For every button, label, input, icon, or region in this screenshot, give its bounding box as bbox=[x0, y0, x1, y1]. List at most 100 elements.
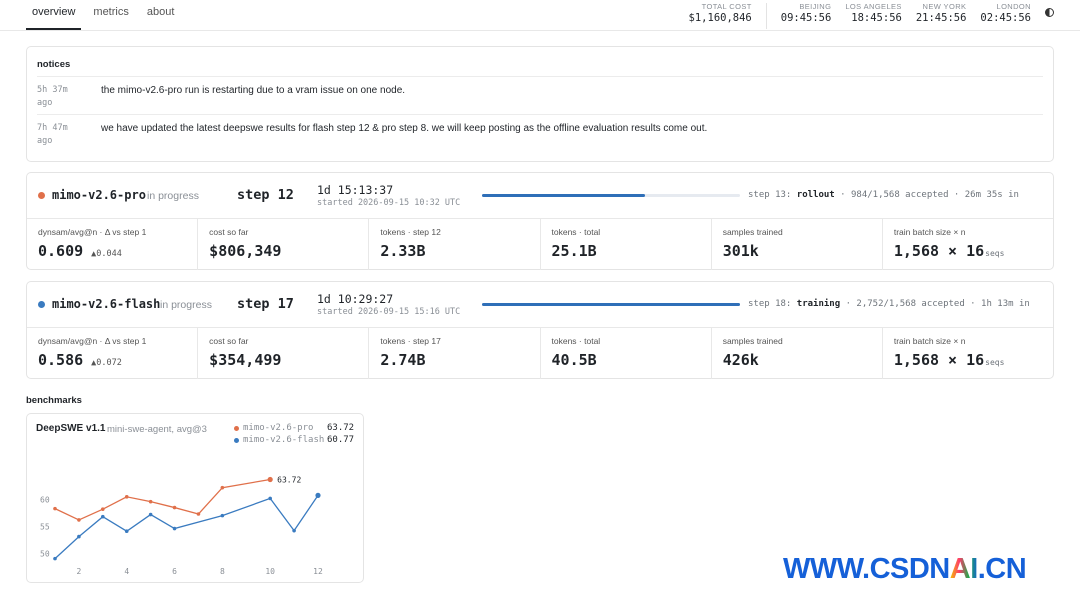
run-name[interactable]: mimo-v2.6-pro bbox=[52, 188, 146, 202]
metric-label: tokens · step 17 bbox=[380, 336, 441, 346]
line-chart[interactable]: 50 55 60 2 4 6 8 10 12 63.72 bbox=[27, 414, 365, 584]
run-elapsed: 1d 10:29:27 bbox=[317, 292, 394, 306]
metric-batch-size: train batch size × n 1,568 × 16seqs bbox=[883, 219, 1053, 270]
watermark-prefix: WWW.CSDN bbox=[783, 553, 950, 585]
metric-label: train batch size × n bbox=[893, 336, 966, 346]
metric-label: dynsam/avg@n · Δ vs step 1 bbox=[38, 227, 147, 237]
total-cost-value: $1,160,846 bbox=[688, 12, 752, 24]
metric-value: 25.1B bbox=[551, 242, 597, 260]
metric-score: dynsam/avg@n · Δ vs step 1 0.609 ▲0.044 bbox=[27, 219, 199, 270]
run-name[interactable]: mimo-v2.6-flash bbox=[52, 297, 160, 311]
x-tick-label: 2 bbox=[76, 567, 81, 576]
notice-time-suffix: ago bbox=[37, 136, 53, 146]
metric-number: 0.609 bbox=[38, 242, 84, 260]
metric-delta: ▲0.072 bbox=[91, 358, 122, 368]
clock-time: 21:45:56 bbox=[915, 12, 967, 24]
data-point[interactable] bbox=[124, 529, 129, 534]
data-point[interactable] bbox=[101, 514, 105, 519]
data-point[interactable] bbox=[53, 506, 57, 511]
clock-time: 02:45:56 bbox=[980, 12, 1031, 24]
y-tick-label: 55 bbox=[40, 522, 50, 531]
clock-city: LOS ANGELES bbox=[845, 2, 902, 11]
data-point[interactable] bbox=[292, 528, 296, 533]
run-color-dot bbox=[38, 301, 45, 308]
run-card-pro: mimo-v2.6-pro in progress step 12 1d 15:… bbox=[26, 172, 1054, 270]
run-status: in progress bbox=[147, 190, 199, 202]
data-point[interactable] bbox=[220, 513, 225, 518]
metric-tokens-step: tokens · step 12 2.33B bbox=[369, 219, 541, 270]
notices-card: notices 5h 37m ago the mimo-v2.6-pro run… bbox=[26, 46, 1054, 162]
next-step-label: step 18: bbox=[748, 299, 792, 309]
tab-about[interactable]: about bbox=[141, 0, 181, 30]
notice-time: 7h 47m ago bbox=[37, 122, 87, 148]
next-step-status: step 18: training · 2,752/1,568 accepted… bbox=[748, 299, 1030, 309]
metric-value: $806,349 bbox=[209, 242, 282, 260]
data-point[interactable] bbox=[77, 534, 81, 539]
watermark-ai: AI bbox=[949, 553, 979, 585]
x-tick-label: 6 bbox=[172, 567, 177, 576]
data-point[interactable] bbox=[172, 505, 177, 510]
notice-text: we have updated the latest deepswe resul… bbox=[101, 123, 708, 134]
next-step-phase: rollout bbox=[796, 190, 835, 200]
total-cost: TOTAL COST $1,160,846 bbox=[689, 3, 752, 25]
clock-new-york: NEW YORK 21:45:56 bbox=[916, 3, 967, 25]
metric-tokens-total: tokens · total 25.1B bbox=[541, 219, 712, 270]
metric-label: samples trained bbox=[722, 227, 783, 237]
tab-overview[interactable]: overview bbox=[26, 0, 82, 30]
half-circle-icon[interactable] bbox=[1045, 8, 1054, 17]
metric-samples: samples trained 301k bbox=[712, 219, 883, 270]
y-tick-label: 50 bbox=[40, 549, 50, 558]
metric-label: samples trained bbox=[722, 336, 783, 346]
notice-time-ago: 5h 37m bbox=[37, 85, 68, 95]
step-progress-fill bbox=[482, 194, 645, 197]
series-line bbox=[54, 494, 319, 560]
step-progress-bar bbox=[482, 303, 740, 306]
data-point[interactable] bbox=[148, 512, 153, 517]
clock-los-angeles: LOS ANGELES 18:45:56 bbox=[845, 3, 902, 25]
run-metrics: dynsam/avg@n · Δ vs step 1 0.609 ▲0.044 c… bbox=[27, 219, 1053, 270]
metric-tokens-total: tokens · total 40.5B bbox=[541, 328, 712, 379]
x-tick-label: 4 bbox=[124, 567, 129, 576]
benchmark-chart-card: DeepSWE v1.1 mini-swe-agent, avg@3 mimo-… bbox=[26, 413, 364, 583]
data-point[interactable] bbox=[268, 496, 272, 501]
metric-value: 0.609 ▲0.044 bbox=[38, 242, 197, 263]
metric-value: 2.74B bbox=[380, 351, 426, 369]
metric-label: tokens · total bbox=[551, 336, 601, 346]
run-header: mimo-v2.6-pro in progress step 12 1d 15:… bbox=[27, 173, 1053, 219]
metric-value: 1,568 × 16seqs bbox=[894, 351, 1053, 372]
data-point[interactable] bbox=[77, 518, 81, 522]
run-started: started 2026-09-15 15:16 UTC bbox=[317, 307, 461, 317]
metric-cost: cost so far $354,499 bbox=[198, 328, 370, 379]
tab-metrics[interactable]: metrics bbox=[87, 0, 134, 30]
clock-city: NEW YORK bbox=[922, 2, 967, 11]
data-point[interactable] bbox=[53, 556, 57, 561]
benchmarks-heading: benchmarks bbox=[26, 395, 82, 406]
metric-score: dynsam/avg@n · Δ vs step 1 0.586 ▲0.072 bbox=[27, 328, 199, 379]
watermark-suffix: .CN bbox=[977, 553, 1027, 585]
series-line bbox=[54, 478, 271, 521]
data-point[interactable] bbox=[148, 499, 153, 504]
data-point[interactable] bbox=[220, 485, 225, 490]
watermark: WWW.CSDNAI.CN bbox=[783, 553, 1027, 586]
data-point[interactable] bbox=[124, 495, 129, 499]
notice-item: 5h 37m ago the mimo-v2.6-pro run is rest… bbox=[37, 76, 1043, 114]
clock-time: 09:45:56 bbox=[780, 12, 832, 24]
y-tick-label: 60 bbox=[40, 496, 50, 505]
clock-city: LONDON bbox=[996, 2, 1031, 11]
metric-number: 0.586 bbox=[38, 351, 84, 369]
data-point[interactable] bbox=[172, 526, 177, 531]
run-metrics: dynsam/avg@n · Δ vs step 1 0.586 ▲0.072 c… bbox=[27, 328, 1053, 379]
metric-label: tokens · step 12 bbox=[380, 227, 441, 237]
run-started: started 2026-09-15 10:32 UTC bbox=[317, 198, 461, 208]
metric-number: 1,568 × 16 bbox=[893, 242, 985, 260]
metric-batch-size: train batch size × n 1,568 × 16seqs bbox=[883, 328, 1053, 379]
data-point[interactable] bbox=[196, 512, 201, 516]
data-point[interactable] bbox=[101, 507, 105, 511]
clock-beijing: BEIJING 09:45:56 bbox=[781, 3, 832, 25]
data-point[interactable] bbox=[315, 492, 321, 498]
metric-value: $354,499 bbox=[209, 351, 282, 369]
next-step-status: step 13: rollout · 984/1,568 accepted · … bbox=[748, 190, 1019, 200]
header-stats: TOTAL COST $1,160,846 BEIJING 09:45:56 L… bbox=[675, 3, 1054, 29]
data-point[interactable] bbox=[267, 476, 273, 483]
metric-value: 2.33B bbox=[380, 242, 426, 260]
